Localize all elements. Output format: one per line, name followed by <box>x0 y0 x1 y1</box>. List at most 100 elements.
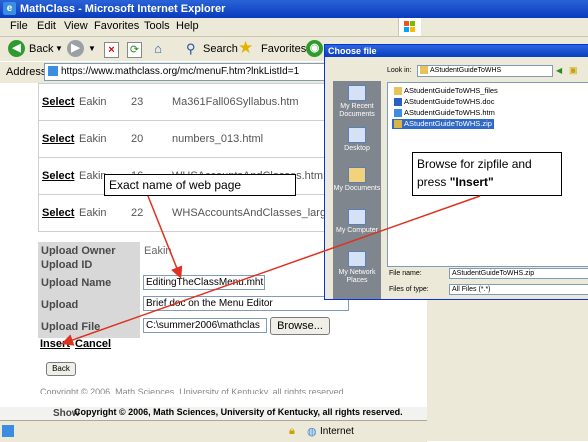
browse-note-line2: press <box>417 175 450 189</box>
search-icon[interactable]: ⚲ <box>186 40 202 57</box>
title-bar: e MathClass - Microsoft Internet Explore… <box>0 0 588 18</box>
browse-note-insert: "Insert" <box>449 175 494 189</box>
partial-copyright: Copyright © 2006, Math Sciences, Univers… <box>40 387 347 394</box>
copyright-overlay: Copyright © 2006, Math Sciences, Univers… <box>74 407 403 417</box>
insert-link[interactable]: Insert <box>40 338 70 350</box>
places-bar: My Recent Documents Desktop My Documents… <box>333 81 381 299</box>
window-title: MathClass - Microsoft Internet Explorer <box>20 3 226 15</box>
forward-arrow-icon[interactable]: ▶ <box>67 40 84 57</box>
places-network-label: My Network Places <box>338 269 376 284</box>
id-cell: 20 <box>131 133 144 145</box>
list-item[interactable]: AStudentGuideToWHS.htm <box>392 108 497 118</box>
back-page-button[interactable]: Back <box>46 362 76 376</box>
upload-description-label: Upload Description <box>38 294 140 333</box>
file-name: AStudentGuideToWHS_files <box>404 86 498 95</box>
zone-text: Internet <box>320 426 354 437</box>
exact-name-callout: Exact name of web page <box>104 174 296 196</box>
places-recent[interactable]: My Recent Documents <box>333 85 381 119</box>
upload-file-label: Upload File <box>38 316 140 338</box>
back-folder-icon[interactable]: ◀ <box>556 66 562 75</box>
browse-callout: Browse for zipfile and press "Insert" <box>412 152 562 196</box>
dialog-title-bar: Choose file <box>325 45 588 57</box>
select-link[interactable]: Select <box>42 133 74 145</box>
browse-button[interactable]: Browse... <box>270 317 330 335</box>
favorites-button[interactable]: Favorites <box>261 39 306 59</box>
status-bar: 🔒︎ ◍ Internet <box>0 420 427 442</box>
refresh-icon[interactable]: ⟳ <box>127 42 142 58</box>
table-row: Select Eakin 23 Ma361Fall06Syllabus.htm <box>38 83 370 121</box>
owner-cell: Eakin <box>79 96 107 108</box>
upload-name-input[interactable]: EditingTheClassMenu.mht <box>143 275 265 290</box>
my-computer-icon <box>348 209 366 225</box>
back-arrow-icon[interactable]: ◀ <box>8 40 25 57</box>
menu-edit[interactable]: Edit <box>37 20 56 32</box>
lookin-select[interactable]: AStudentGuideToWHS <box>417 65 553 77</box>
list-item[interactable]: AStudentGuideToWHS_files <box>392 86 500 96</box>
upload-file-input[interactable]: C:\summer2006\mathclas <box>143 318 267 333</box>
owner-cell: Eakin <box>79 207 107 219</box>
list-item[interactable]: AStudentGuideToWHS.doc <box>392 97 496 107</box>
menu-view[interactable]: View <box>64 20 88 32</box>
menu-tools[interactable]: Tools <box>144 20 170 32</box>
select-link[interactable]: Select <box>42 96 74 108</box>
filename-input[interactable]: AStudentGuideToWHS.zip <box>449 268 588 279</box>
filename-cell: numbers_013.html <box>172 133 264 145</box>
list-item-selected[interactable]: AStudentGuideToWHS.zip <box>392 119 494 129</box>
media-icon[interactable]: ◉ <box>306 40 323 57</box>
address-input[interactable]: https://www.mathclass.org/mc/menuF.htm?l… <box>44 63 346 81</box>
filetype-select[interactable]: All Files (*.*) <box>449 284 588 295</box>
network-places-icon <box>348 251 366 267</box>
address-url: https://www.mathclass.org/mc/menuF.htm?l… <box>61 66 300 77</box>
places-desktop[interactable]: Desktop <box>333 127 381 153</box>
upload-description-input[interactable]: Brief doc on the Menu Editor <box>143 296 349 311</box>
up-folder-icon[interactable]: ▣ <box>569 65 578 76</box>
id-cell: 23 <box>131 96 144 108</box>
upload-owner-value: Eakin <box>144 245 172 257</box>
search-button[interactable]: Search <box>203 39 238 59</box>
menu-file[interactable]: File <box>10 20 28 32</box>
owner-cell: Eakin <box>79 170 107 182</box>
owner-cell: Eakin <box>79 133 107 145</box>
browse-note-line1: Browse for zipfile and <box>417 157 532 171</box>
recent-documents-icon <box>348 85 366 101</box>
word-doc-icon <box>394 98 402 107</box>
menu-favorites[interactable]: Favorites <box>94 20 139 32</box>
favorites-star-icon[interactable]: ★ <box>238 39 256 57</box>
windows-logo-icon <box>398 18 421 36</box>
menu-bar: File Edit View Favorites Tools Help <box>0 18 588 37</box>
exact-name-text: Exact name of web page <box>109 178 242 192</box>
my-documents-icon <box>348 167 366 183</box>
filename-label: File name: <box>389 270 422 277</box>
file-name: AStudentGuideToWHS.doc <box>404 97 495 106</box>
lookin-value: AStudentGuideToWHS <box>430 67 502 74</box>
menu-help[interactable]: Help <box>176 20 199 32</box>
dialog-title: Choose file <box>328 46 377 56</box>
page-status-icon <box>2 425 14 437</box>
filetype-label: Files of type: <box>389 286 429 293</box>
select-link[interactable]: Select <box>42 207 74 219</box>
places-my-computer[interactable]: My Computer <box>333 209 381 235</box>
chevron-down-icon[interactable]: ▼ <box>55 39 63 59</box>
ie-logo-icon: e <box>3 2 16 15</box>
places-network[interactable]: My Network Places <box>333 251 381 285</box>
zip-file-icon <box>394 120 402 129</box>
lock-icon: 🔒︎ <box>289 425 295 437</box>
upload-name-label: Upload Name <box>38 272 140 294</box>
internet-zone-icon: ◍ <box>307 426 317 438</box>
file-name: AStudentGuideToWHS.zip <box>404 119 492 128</box>
folder-icon <box>394 87 402 96</box>
back-button[interactable]: Back <box>29 39 53 59</box>
select-link[interactable]: Select <box>42 170 74 182</box>
filename-cell: Ma361Fall06Syllabus.htm <box>172 96 299 108</box>
page-icon <box>48 66 58 77</box>
lookin-label: Look in: <box>387 67 412 74</box>
home-icon[interactable]: ⌂ <box>150 41 166 56</box>
html-file-icon <box>394 109 402 118</box>
address-label: Address <box>6 66 47 78</box>
places-my-documents[interactable]: My Documents <box>333 167 381 193</box>
stop-icon[interactable]: × <box>104 42 119 58</box>
cancel-link[interactable]: Cancel <box>75 338 111 350</box>
chevron-down-icon[interactable]: ▼ <box>88 39 96 59</box>
filename-cell: WHSAccountsAndClasses_larg <box>172 207 327 219</box>
file-name: AStudentGuideToWHS.htm <box>404 108 495 117</box>
